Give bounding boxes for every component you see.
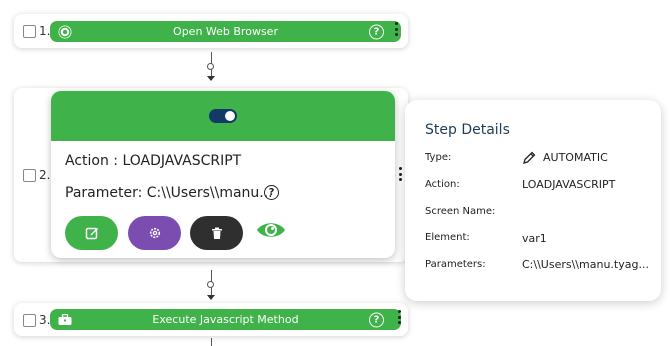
screen-name-label: Screen Name: bbox=[425, 206, 496, 217]
help-icon[interactable]: ? bbox=[264, 185, 279, 200]
parameters-value: C:\\Users\\manu.tyag... bbox=[522, 258, 649, 271]
step-3-pill[interactable]: Execute Javascript Method ? bbox=[50, 309, 401, 330]
toggle-knob bbox=[225, 111, 235, 121]
step-2-menu-icon[interactable] bbox=[398, 167, 402, 181]
step-3-menu-icon[interactable] bbox=[397, 310, 401, 324]
edit-button[interactable] bbox=[65, 216, 118, 250]
step-3-number: 3. bbox=[39, 313, 51, 327]
eye-icon bbox=[257, 223, 285, 237]
step-1-checkbox[interactable] bbox=[23, 25, 36, 38]
settings-button[interactable] bbox=[128, 216, 181, 250]
step-3-checkbox[interactable] bbox=[23, 314, 36, 327]
delete-button[interactable] bbox=[190, 216, 243, 250]
toolbox-icon bbox=[58, 313, 72, 327]
help-icon[interactable]: ? bbox=[369, 312, 384, 327]
parameter-text: Parameter: C:\\Users\\manu... bbox=[65, 185, 273, 201]
step-1-pill[interactable]: Open Web Browser ? bbox=[50, 21, 401, 42]
details-title: Step Details bbox=[425, 122, 510, 138]
gear-icon bbox=[149, 227, 160, 239]
trash-icon bbox=[211, 227, 222, 239]
element-value: var1 bbox=[522, 232, 547, 245]
type-value: AUTOMATIC bbox=[543, 151, 608, 164]
step-2-checkbox[interactable] bbox=[23, 169, 36, 182]
step-2-number: 2. bbox=[39, 168, 51, 182]
element-label: Element: bbox=[425, 232, 470, 243]
step-1-label: Open Web Browser bbox=[173, 25, 278, 38]
step-card-3: 3. Execute Javascript Method ? bbox=[14, 303, 408, 336]
pencil-icon bbox=[522, 151, 536, 170]
view-button[interactable] bbox=[256, 219, 286, 241]
action-value: LOADJAVASCRIPT bbox=[522, 178, 616, 191]
connector-line bbox=[211, 338, 212, 346]
type-label: Type: bbox=[425, 152, 452, 163]
arrow-down-icon bbox=[207, 76, 215, 81]
step-3-label: Execute Javascript Method bbox=[152, 313, 299, 326]
arrow-down-icon bbox=[207, 295, 215, 300]
action-text: Action : LOADJAVASCRIPT bbox=[65, 153, 242, 169]
parameters-label: Parameters: bbox=[425, 259, 486, 270]
enable-toggle[interactable] bbox=[209, 109, 237, 123]
step-2-header bbox=[51, 91, 395, 141]
chrome-icon bbox=[58, 25, 72, 39]
action-label: Action: bbox=[425, 179, 460, 190]
connector-node bbox=[207, 281, 214, 288]
edit-icon bbox=[85, 227, 98, 240]
step-details-panel: Step Details Type: AUTOMATIC Action: LOA… bbox=[405, 100, 661, 301]
connector-node bbox=[207, 63, 214, 70]
step-1-menu-icon[interactable] bbox=[394, 22, 398, 36]
step-1-number: 1. bbox=[39, 24, 51, 38]
step-2-expanded-card: Action : LOADJAVASCRIPT Parameter: C:\\U… bbox=[51, 91, 395, 258]
help-icon[interactable]: ? bbox=[369, 24, 384, 39]
step-card-1: 1. Open Web Browser ? bbox=[14, 14, 408, 48]
